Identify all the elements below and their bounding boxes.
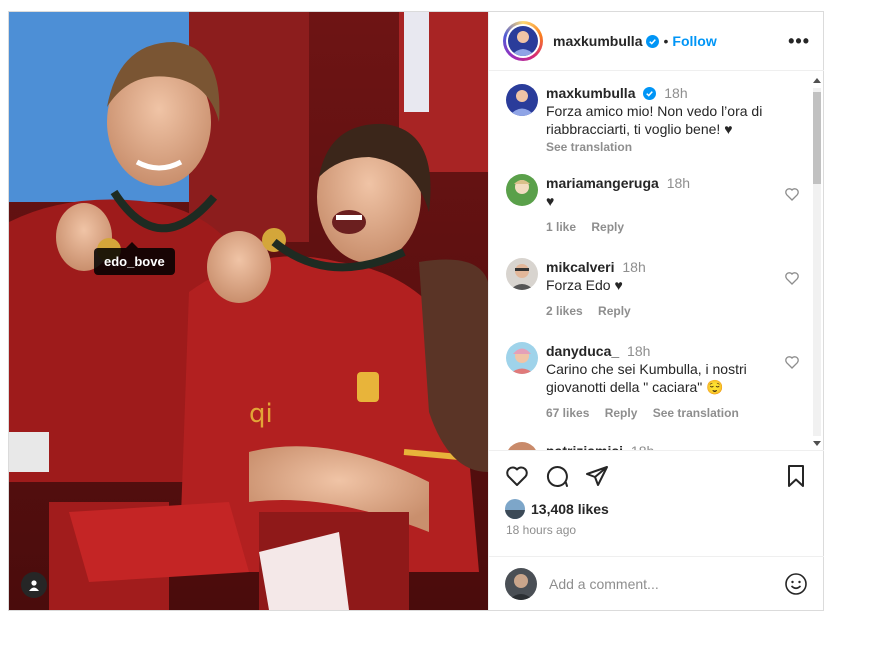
comment-likes[interactable]: 2 likes — [546, 304, 583, 318]
comment-text: Forza amico mio! Non vedo l’ora di riabb… — [546, 103, 763, 137]
save-bookmark-icon[interactable] — [784, 464, 808, 488]
author-username[interactable]: maxkumbulla — [553, 33, 642, 49]
likes-summary[interactable]: 13,408 likes — [505, 499, 609, 519]
post-actions — [505, 464, 810, 494]
reply-button[interactable]: Reply — [605, 406, 638, 420]
comment-avatar[interactable] — [506, 258, 538, 290]
emoji-picker-icon[interactable] — [784, 572, 808, 596]
comment-text: Carino che sei Kumbulla, i nostri giovan… — [546, 361, 747, 395]
scroll-up-arrow-icon[interactable] — [813, 78, 821, 83]
comment-meta: 67 likes Reply See translation — [546, 404, 796, 422]
svg-text:qi: qi — [249, 399, 273, 429]
more-options-icon[interactable]: ••• — [788, 31, 810, 52]
comment-time[interactable]: 18h — [667, 175, 690, 191]
like-comment-icon[interactable] — [784, 270, 800, 286]
like-comment-icon[interactable] — [784, 186, 800, 202]
comment-item: mikcalveri 18h Forza Edo ♥ 2 likes Reply — [506, 258, 799, 320]
comment-username[interactable]: danyduca_ — [546, 343, 619, 359]
comment-time[interactable]: 18h — [664, 85, 687, 101]
comments-list[interactable]: maxkumbulla 18h Forza amico mio! Non ved… — [489, 72, 824, 451]
reply-button[interactable]: Reply — [598, 304, 631, 318]
verified-badge-icon — [646, 34, 660, 48]
scroll-down-arrow-icon[interactable] — [813, 441, 821, 446]
author-avatar[interactable] — [503, 21, 543, 61]
comment-text: ♥ — [546, 193, 555, 209]
comment-meta: 2 likes Reply — [546, 302, 796, 320]
post-photo-image: qi — [9, 12, 488, 610]
post-photo[interactable]: qi edo_bove — [9, 12, 488, 610]
add-comment-bar: Add a comment... — [489, 556, 824, 610]
post-sidebar: maxkumbulla • Follow ••• maxkumbulla 18h… — [488, 12, 824, 610]
comment-avatar[interactable] — [506, 84, 538, 116]
reply-button[interactable]: Reply — [591, 220, 624, 234]
photo-user-tag[interactable]: edo_bove — [94, 242, 175, 275]
like-heart-icon[interactable] — [505, 464, 529, 488]
like-comment-icon[interactable] — [784, 354, 800, 370]
comment-username[interactable]: maxkumbulla — [546, 85, 635, 101]
comment-time[interactable]: 18h — [627, 343, 650, 359]
caption: maxkumbulla 18h Forza amico mio! Non ved… — [506, 84, 796, 156]
comment-likes[interactable]: 1 like — [546, 220, 576, 234]
current-user-avatar — [505, 567, 537, 600]
comment-meta: 1 like Reply — [546, 218, 796, 236]
post-timestamp[interactable]: 18 hours ago — [506, 523, 576, 537]
comment-item: danyduca_ 18h Carino che sei Kumbulla, i… — [506, 342, 799, 422]
comment-time[interactable]: 18h — [631, 443, 654, 450]
likes-count[interactable]: 13,408 likes — [531, 501, 609, 517]
verified-badge-icon — [643, 87, 657, 100]
comment-username[interactable]: mikcalveri — [546, 259, 615, 275]
comment-bubble-icon[interactable] — [545, 464, 569, 488]
comment-avatar[interactable] — [506, 342, 538, 374]
comment-username[interactable]: mariamangeruga — [546, 175, 659, 191]
comment-avatar[interactable] — [506, 174, 538, 206]
share-send-icon[interactable] — [585, 464, 609, 488]
comment-username[interactable]: patriziamisi — [546, 443, 623, 450]
comments-scrollbar[interactable] — [812, 76, 822, 448]
comment-time[interactable]: 18h — [622, 259, 645, 275]
comment-item: mariamangeruga 18h ♥ 1 like Reply — [506, 174, 799, 236]
see-translation-link[interactable]: See translation — [653, 406, 739, 420]
tagged-users-icon[interactable] — [21, 572, 47, 598]
post-header: maxkumbulla • Follow ••• — [489, 12, 824, 71]
comment-item: patriziamisi 18h — [506, 442, 796, 450]
follow-button[interactable]: Follow — [672, 33, 716, 49]
liker-avatar — [505, 499, 525, 519]
comment-text: Forza Edo ♥ — [546, 277, 623, 293]
comment-avatar[interactable] — [506, 442, 538, 450]
see-translation-link[interactable]: See translation — [546, 138, 796, 156]
comment-likes[interactable]: 67 likes — [546, 406, 589, 420]
scrollbar-thumb[interactable] — [813, 92, 821, 184]
add-comment-input[interactable]: Add a comment... — [549, 576, 784, 592]
instagram-post-modal: qi edo_bove maxkumbulla • Follow ••• max… — [8, 11, 824, 611]
header-separator: • — [663, 33, 669, 49]
